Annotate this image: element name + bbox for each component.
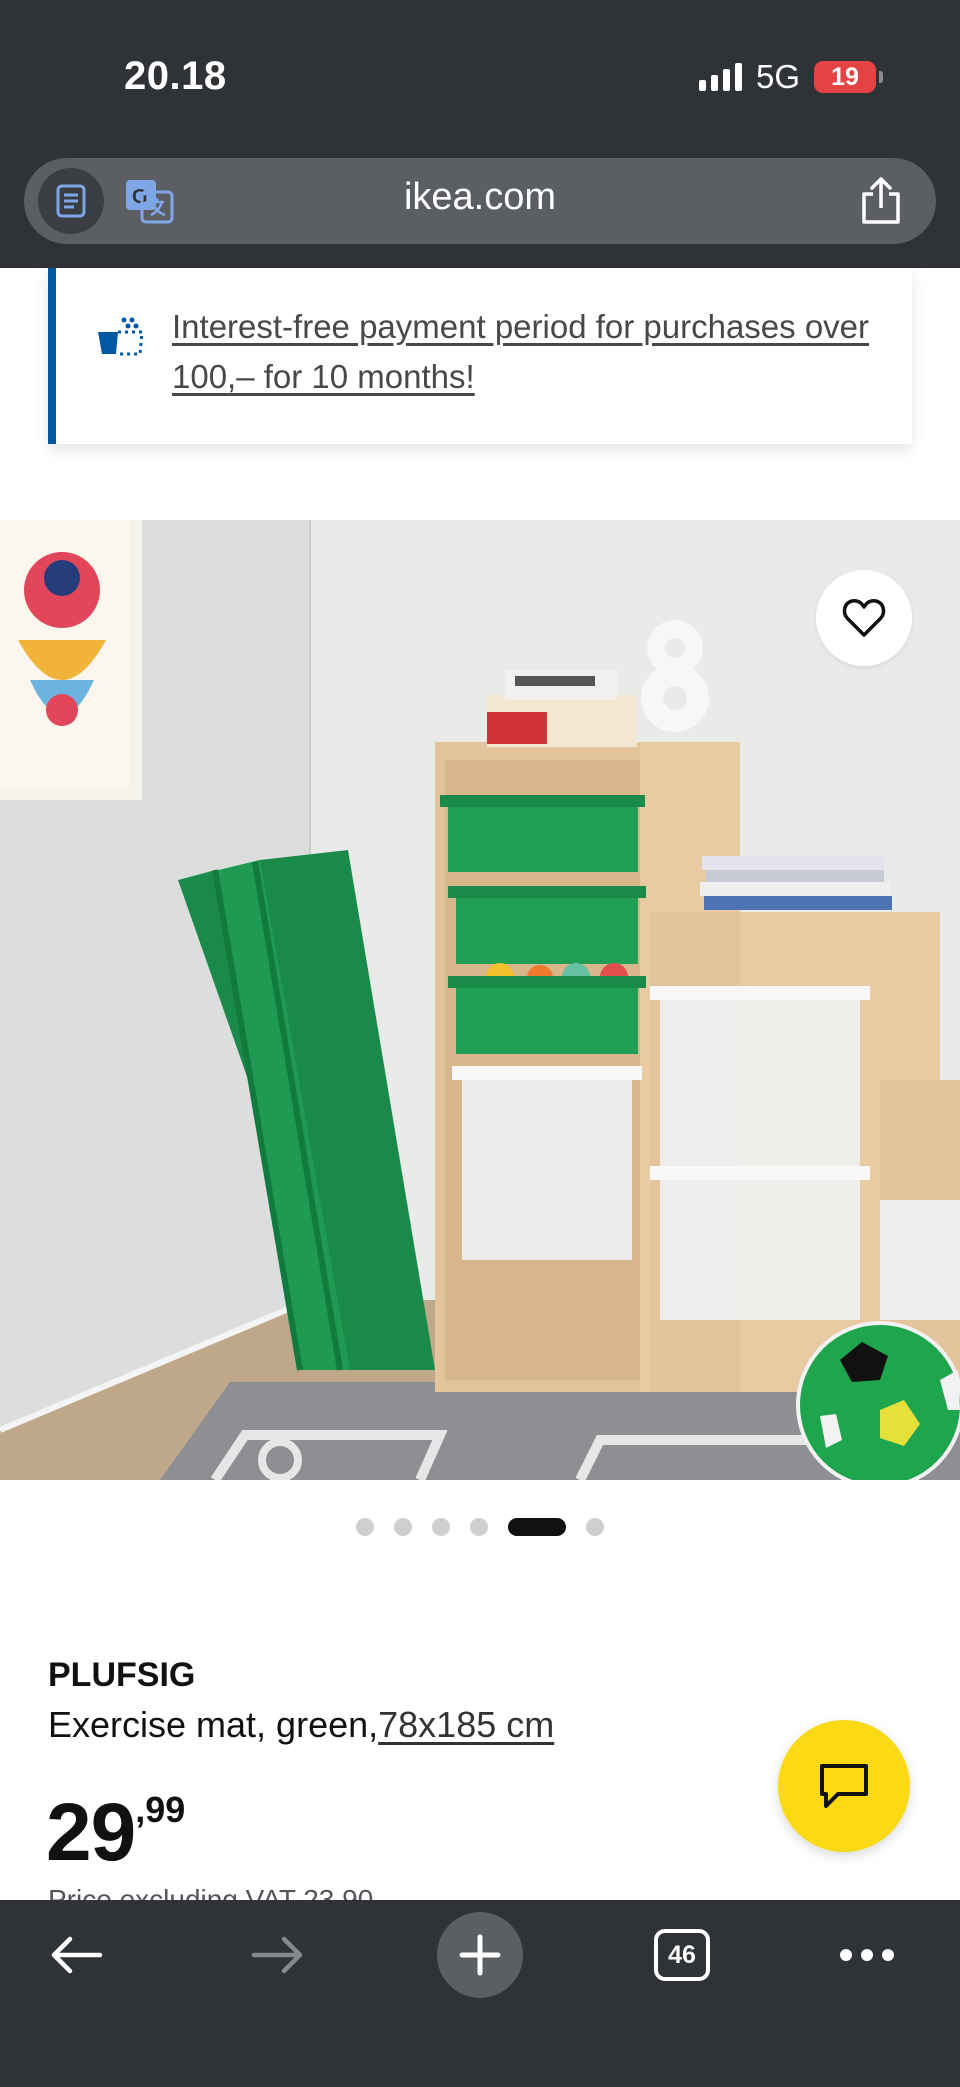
bag-icon (96, 314, 148, 360)
gallery-dot[interactable] (508, 1518, 566, 1536)
back-button[interactable] (40, 1900, 112, 2010)
forward-button[interactable] (242, 1900, 314, 2010)
browser-bottom-toolbar: 46 (0, 1900, 960, 2087)
forward-arrow-icon (251, 1936, 303, 1974)
chat-icon (820, 1764, 868, 1808)
plus-icon (437, 1912, 523, 1998)
chat-button[interactable] (778, 1720, 910, 1852)
favourite-button[interactable] (816, 570, 912, 666)
back-arrow-icon (51, 1936, 103, 1974)
battery-level: 19 (831, 62, 859, 91)
product-photo (0, 520, 960, 1480)
product-image[interactable] (0, 520, 960, 1480)
payment-banner[interactable]: Interest-free payment period for purchas… (48, 268, 912, 444)
product-type: Exercise mat, green, (48, 1704, 379, 1745)
browser-top-chrome: 20.18 5G 19 G ikea.com (0, 0, 960, 268)
gallery-dot[interactable] (470, 1518, 488, 1536)
battery-icon: 19 (814, 61, 883, 93)
status-indicators: 5G 19 (698, 58, 883, 96)
new-tab-button[interactable] (436, 1900, 524, 2010)
more-icon (840, 1949, 894, 1961)
signal-icon (698, 63, 742, 91)
network-label: 5G (755, 58, 800, 95)
heart-icon (842, 599, 886, 637)
product-price: 29,99 (46, 1786, 185, 1880)
banner-link[interactable]: Interest-free payment period for purchas… (172, 302, 892, 402)
status-time: 20.18 (124, 54, 227, 98)
gallery-pagination[interactable] (0, 1518, 960, 1536)
price-integer: 29 (46, 1787, 136, 1878)
product-description: Exercise mat, green,78x185 cm (48, 1704, 554, 1746)
url-text[interactable]: ikea.com (24, 176, 936, 219)
gallery-dot[interactable] (432, 1518, 450, 1536)
more-button[interactable] (832, 1900, 902, 2010)
price-decimal: ,99 (135, 1789, 186, 1830)
tabs-button[interactable]: 46 (652, 1900, 712, 2010)
product-size-link[interactable]: 78x185 cm (378, 1704, 554, 1745)
tab-count: 46 (654, 1929, 710, 1981)
gallery-dot[interactable] (394, 1518, 412, 1536)
gallery-dot[interactable] (356, 1518, 374, 1536)
product-name: PLUFSIG (48, 1656, 196, 1694)
share-icon[interactable] (858, 176, 904, 226)
gallery-dot[interactable] (586, 1518, 604, 1536)
address-bar[interactable]: G ikea.com (24, 158, 936, 244)
